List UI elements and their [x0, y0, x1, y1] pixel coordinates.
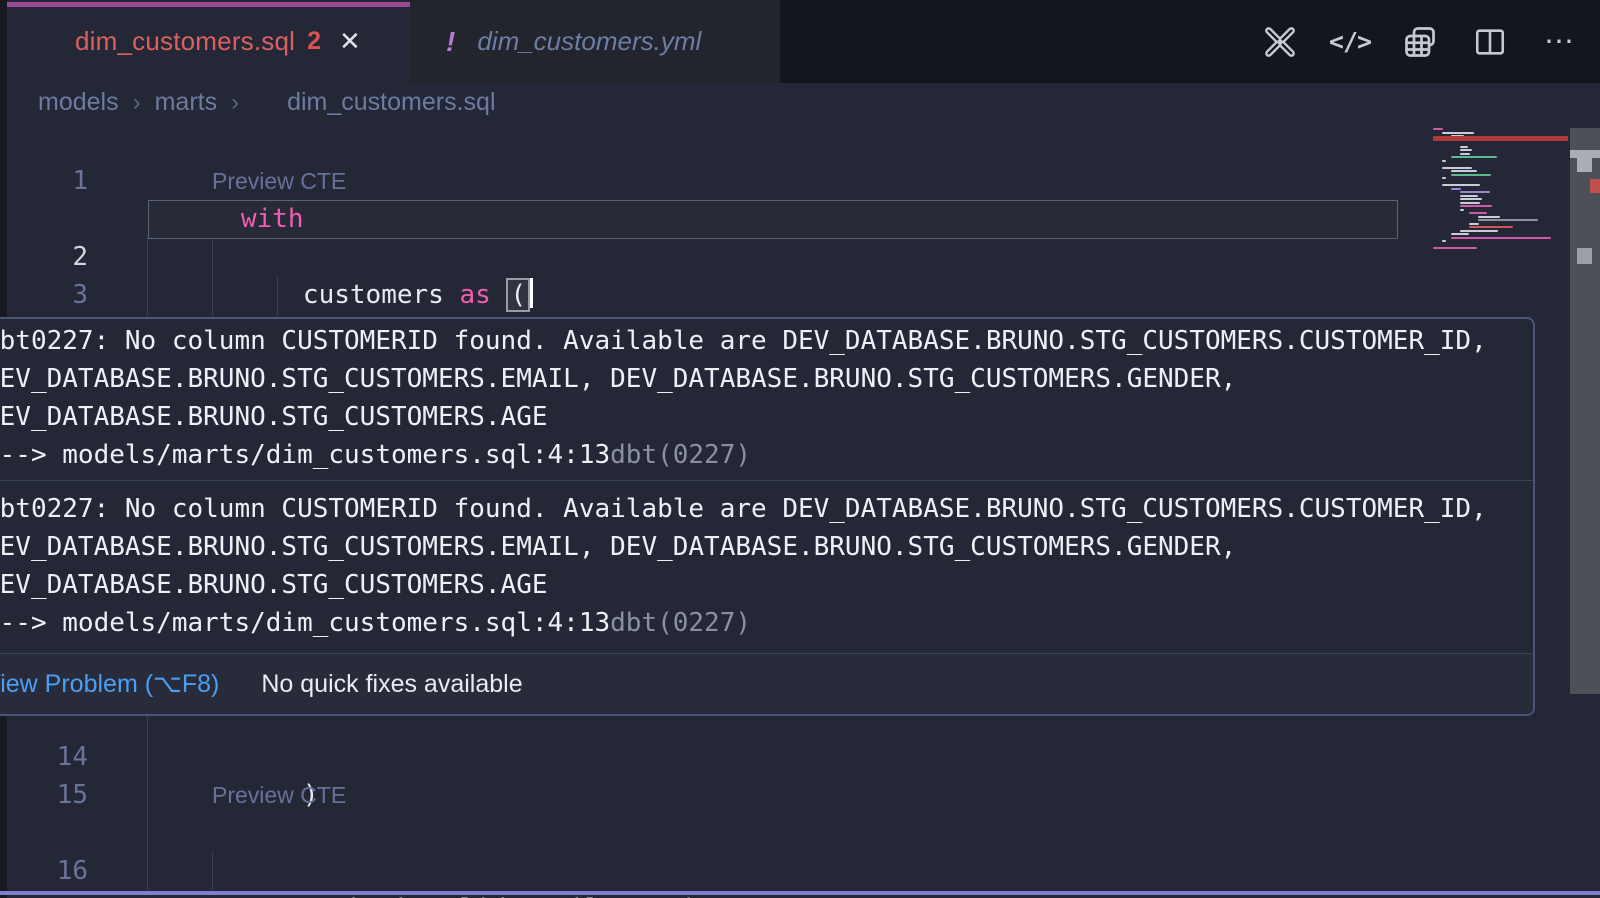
editor-window: ! dim_customers.yml dim_customers.sql 2 …	[0, 0, 1600, 898]
minimap[interactable]	[1405, 128, 1568, 338]
scrollbar[interactable]	[1570, 128, 1600, 694]
minimap-code-row	[1442, 240, 1446, 242]
minimap-code-row	[1451, 156, 1497, 158]
tab-problem-count-badge: 2	[307, 27, 321, 56]
minimap-code-row	[1451, 237, 1551, 239]
code-lens-preview-cte[interactable]: Preview CTE	[212, 162, 346, 200]
minimap-code-row	[1469, 223, 1479, 225]
code-line-4[interactable]: 4 customerId	[0, 276, 1545, 314]
divider	[0, 480, 1533, 481]
diagnostic-hover: dbt0227: No column CUSTOMERID found. Ava…	[0, 317, 1535, 716]
more-actions-icon[interactable]: ⋯	[1540, 22, 1580, 62]
code-line-17[interactable]: 17 select	[0, 852, 1545, 890]
code-line-2[interactable]: 2 customers as (	[0, 200, 1545, 238]
minimap-code-row	[1460, 230, 1498, 232]
scrollbar-decoration	[1577, 248, 1592, 264]
minimap-code-row	[1433, 247, 1477, 249]
chevron-right-icon: ›	[231, 89, 239, 117]
minimap-code-row	[1451, 170, 1477, 172]
compiled-code-icon[interactable]: </>	[1330, 22, 1370, 62]
tab-label: dim_customers.sql	[75, 26, 295, 57]
close-tab-icon[interactable]: ✕	[339, 26, 361, 57]
minimap-code-row	[1460, 149, 1472, 151]
scrollbar-decoration	[1590, 179, 1600, 193]
minimap-code-row	[1451, 233, 1469, 235]
code-line-3[interactable]: 3 select	[0, 238, 1545, 276]
minimap-code-row	[1460, 146, 1468, 148]
window-bottom-border	[0, 891, 1600, 895]
minimap-code-row	[1460, 205, 1492, 207]
diagnostic-source: dbt(0227)	[610, 608, 751, 638]
scrollbar-decoration	[1570, 150, 1600, 158]
diagnostic-message: dbt0227: No column CUSTOMERID found. Ava…	[0, 319, 1533, 474]
minimap-code-row	[1460, 191, 1490, 193]
diagnostic-message: dbt0227: No column CUSTOMERID found. Ava…	[0, 487, 1533, 642]
line-number: 1	[0, 162, 88, 200]
minimap-code-row	[1442, 167, 1472, 169]
active-tab-indicator	[7, 2, 410, 7]
breadcrumb-marts[interactable]: marts	[155, 88, 218, 117]
breadcrumb: models › marts › dim_customers.sql	[0, 83, 1600, 122]
minimap-code-row	[1460, 153, 1470, 155]
breadcrumb-models[interactable]: models	[38, 88, 119, 117]
minimap-code-row	[1460, 198, 1482, 200]
diagnostic-source: dbt(0227)	[610, 440, 751, 470]
editor-actions: </> ⋯	[1260, 0, 1580, 83]
minimap-code-row	[1460, 202, 1480, 204]
tab-dim-customers-sql[interactable]: dim_customers.sql 2 ✕	[7, 0, 410, 83]
code-line-15[interactable]: 15	[0, 738, 1545, 776]
minimap-code-row	[1442, 177, 1446, 179]
minimap-code-row	[1469, 226, 1513, 228]
minimap-code-row	[1451, 174, 1491, 176]
breadcrumb-file[interactable]: dim_customers.sql	[287, 88, 495, 117]
chevron-right-icon: ›	[133, 89, 141, 117]
code-lens-preview-cte[interactable]: Preview CTE	[212, 776, 346, 814]
warning-icon: !	[446, 26, 455, 58]
minimap-code-row	[1433, 128, 1443, 130]
view-problem-link[interactable]: View Problem (⌥F8)	[0, 669, 219, 699]
hover-status-bar: View Problem (⌥F8) No quick fixes availa…	[0, 653, 1533, 714]
minimap-code-row	[1460, 209, 1464, 211]
minimap-code-row	[1451, 188, 1461, 190]
minimap-code-row	[1460, 195, 1478, 197]
minimap-code-row	[1478, 219, 1538, 221]
minimap-code-row	[1442, 184, 1480, 186]
scrollbar-decoration	[1577, 158, 1592, 172]
query-results-icon[interactable]	[1400, 22, 1440, 62]
minimap-code-row	[1442, 160, 1446, 162]
minimap-code-row	[1478, 216, 1500, 218]
dbt-icon[interactable]	[1260, 22, 1300, 62]
minimap-code-row	[1442, 132, 1474, 134]
minimap-code-row	[1469, 212, 1487, 214]
code-line-1[interactable]: 1 with	[0, 124, 1545, 162]
minimap-error-line	[1433, 136, 1568, 141]
tab-label: dim_customers.yml	[477, 26, 701, 57]
code-line-16[interactable]: 16 , check_valid_emails as (	[0, 814, 1545, 852]
line-number: 15	[0, 776, 88, 814]
tab-dim-customers-yml[interactable]: ! dim_customers.yml	[410, 0, 780, 83]
split-editor-icon[interactable]	[1470, 22, 1510, 62]
tab-bar: ! dim_customers.yml dim_customers.sql 2 …	[0, 0, 1600, 83]
no-quick-fixes-label: No quick fixes available	[261, 670, 522, 699]
